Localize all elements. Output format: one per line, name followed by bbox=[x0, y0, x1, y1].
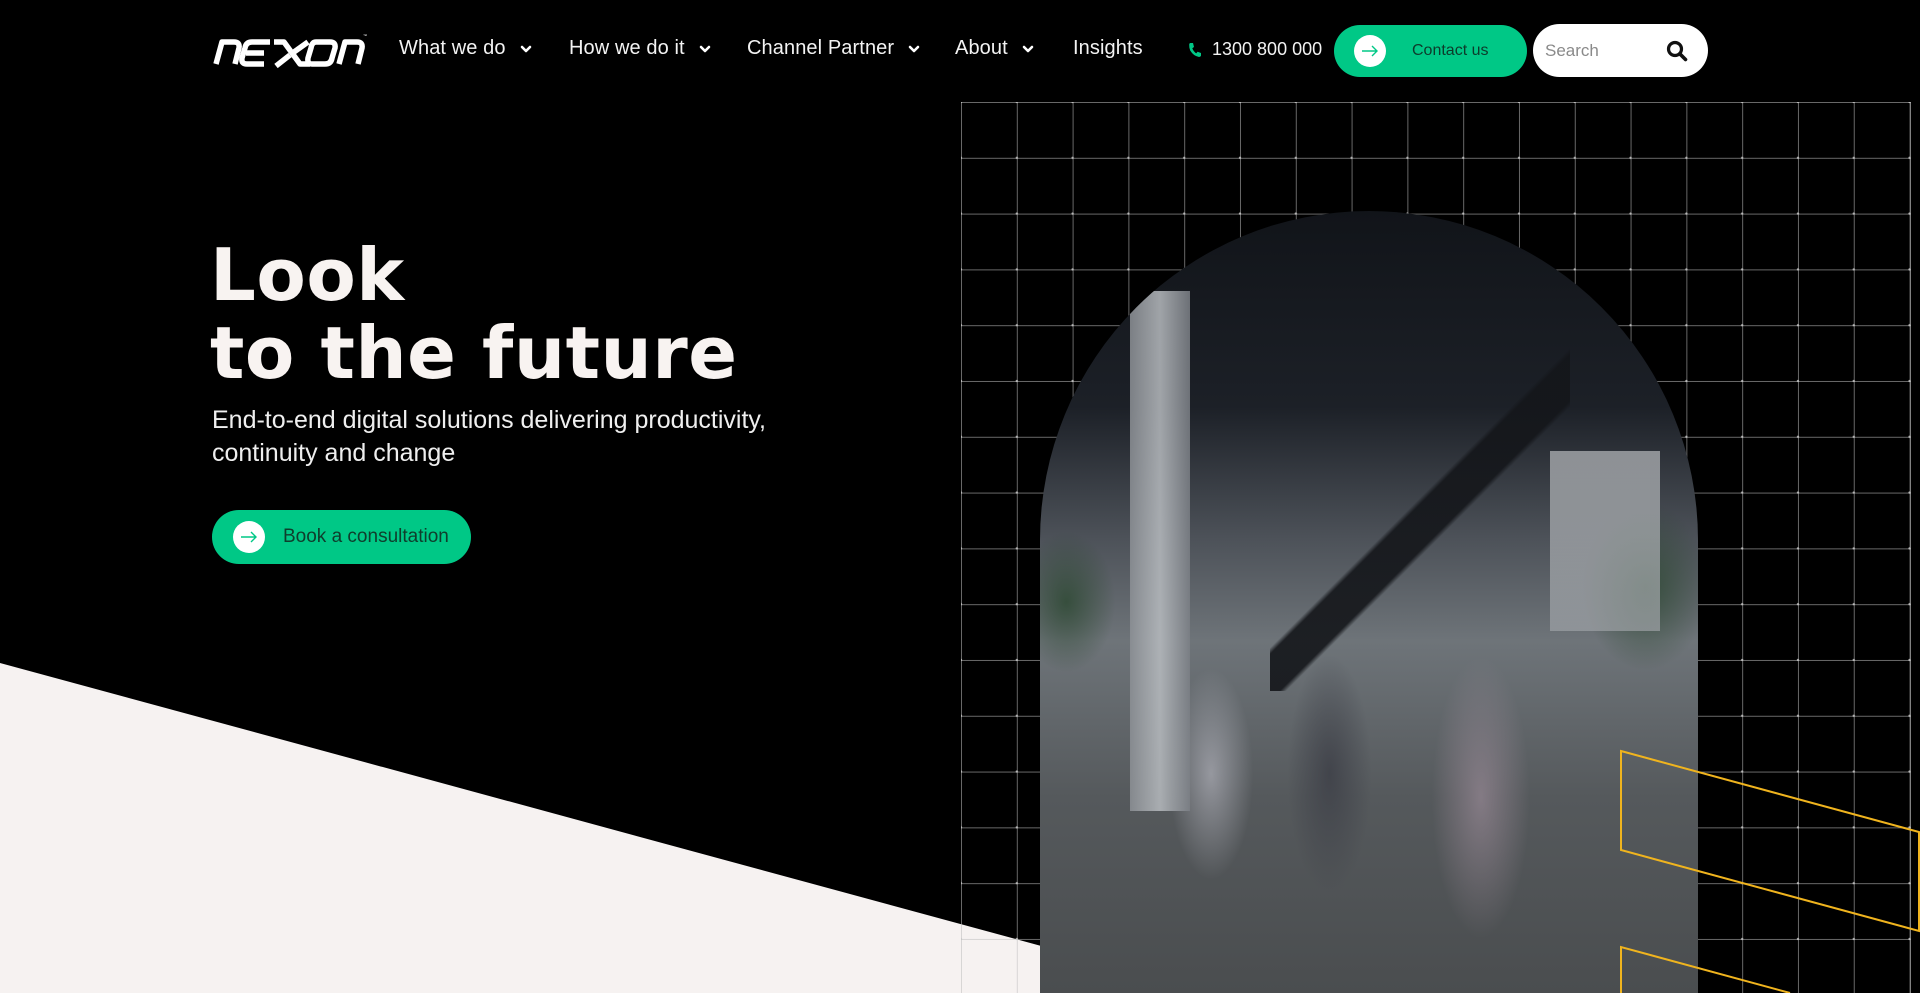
image-detail-window bbox=[1550, 451, 1660, 631]
phone-number: 1300 800 000 bbox=[1212, 39, 1323, 59]
arrow-right-icon bbox=[233, 521, 265, 553]
nav-label: Insights bbox=[1073, 37, 1143, 59]
svg-text:™: ™ bbox=[363, 33, 367, 38]
nav-what-we-do[interactable]: What we do bbox=[399, 37, 532, 60]
image-detail-pillar bbox=[1130, 291, 1190, 811]
hero-title-line-2: to the future bbox=[210, 311, 738, 395]
chevron-down-icon bbox=[699, 45, 711, 52]
nexon-logo[interactable]: ™ bbox=[212, 30, 367, 70]
nav-label: What we do bbox=[399, 37, 506, 59]
nav-channel-partner[interactable]: Channel Partner bbox=[747, 37, 920, 60]
logo-icon: ™ bbox=[213, 33, 367, 69]
hero-image bbox=[1040, 211, 1698, 993]
search-input[interactable] bbox=[1543, 39, 1667, 62]
hero-subtitle: End-to-end digital solutions delivering … bbox=[212, 406, 767, 467]
search-box[interactable] bbox=[1533, 24, 1708, 77]
nav-label: About bbox=[955, 37, 1008, 59]
book-consultation-label: Book a consultation bbox=[283, 526, 449, 547]
image-detail-staircase bbox=[1270, 331, 1570, 691]
nav-label: How we do it bbox=[569, 37, 685, 59]
search-icon[interactable] bbox=[1666, 40, 1688, 62]
nav-about[interactable]: About bbox=[955, 37, 1034, 60]
arrow-right-icon bbox=[1354, 35, 1386, 67]
nav-insights[interactable]: Insights bbox=[1073, 37, 1143, 60]
site-header: ™ What we do How we do it Channel Partne… bbox=[0, 0, 1920, 100]
nav-label: Channel Partner bbox=[747, 37, 895, 59]
book-consultation-button[interactable]: Book a consultation bbox=[212, 510, 471, 564]
chevron-down-icon bbox=[1022, 45, 1034, 52]
phone-icon bbox=[1189, 42, 1201, 57]
contact-us-button[interactable]: Contact us bbox=[1334, 25, 1527, 77]
hero-title: Look to the future bbox=[210, 236, 738, 392]
hero-title-line-1: Look bbox=[210, 233, 405, 317]
phone-link[interactable]: 1300 800 000 bbox=[1188, 39, 1322, 60]
nav-how-we-do-it[interactable]: How we do it bbox=[569, 37, 711, 60]
chevron-down-icon bbox=[520, 45, 531, 52]
chevron-down-icon bbox=[908, 45, 920, 52]
contact-us-label: Contact us bbox=[1412, 42, 1489, 59]
